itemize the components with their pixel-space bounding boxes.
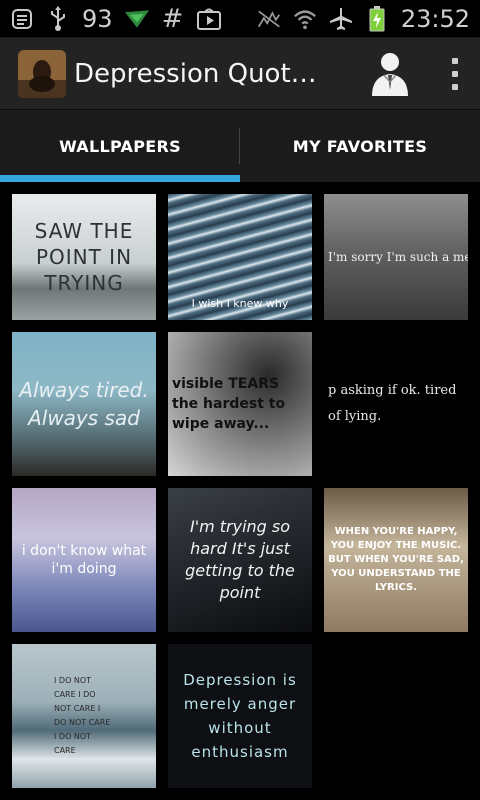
wallpaper-thumbnail[interactable]: I DO NOT CARE I DO NOT CARE I DO NOT CAR… (12, 644, 156, 788)
wallpaper-caption: i don't know what i'm doing (21, 543, 147, 577)
wallpaper-caption: WHEN YOU'RE HAPPY, YOU ENJOY THE MUSIC. … (328, 526, 464, 593)
contact-icon[interactable] (360, 44, 420, 104)
wallpaper-caption: visible TEARS the hardest to wipe away..… (172, 376, 286, 432)
wallpaper-caption: I'm trying so hard It's just getting to … (185, 517, 295, 602)
status-bar-right: 23:52 (257, 5, 470, 33)
battery-badge: 93 (82, 4, 113, 33)
signal-muted-icon (257, 7, 281, 31)
wallpaper-thumbnail[interactable]: p asking if ok. tired of lying. (324, 332, 468, 476)
wallpaper-thumbnail[interactable]: Depression is merely anger without enthu… (168, 644, 312, 788)
action-bar: Depression Quot… (0, 38, 480, 110)
status-bar-left: 93 # (10, 3, 221, 34)
usb-icon (46, 5, 70, 31)
wallpaper-thumbnail[interactable]: I'm sorry I'm such a mess (324, 194, 468, 320)
wallpaper-thumbnail[interactable]: WHEN YOU'RE HAPPY, YOU ENJOY THE MUSIC. … (324, 488, 468, 632)
wallpaper-thumbnail[interactable]: Always tired. Always sad (12, 332, 156, 476)
tab-wallpapers[interactable]: WALLPAPERS (0, 110, 240, 182)
status-bar: 93 # 23:52 (0, 0, 480, 38)
clock: 23:52 (400, 4, 470, 33)
notification-icon (10, 7, 34, 31)
wallpaper-caption: I wish I knew why (191, 297, 289, 310)
play-store-icon (196, 7, 221, 31)
wallpaper-thumbnail[interactable]: visible TEARS the hardest to wipe away..… (168, 332, 312, 476)
airplane-icon (329, 7, 353, 31)
wallpaper-grid: SAW THE POINT IN TRYING I wish I knew wh… (0, 182, 480, 800)
wifi-icon (293, 7, 317, 31)
app-logo-icon[interactable] (18, 49, 66, 98)
battery-charging-icon (365, 5, 389, 31)
hash-icon: # (161, 3, 184, 34)
wallpaper-caption: I'm sorry I'm such a mess (328, 250, 468, 264)
wallpaper-thumbnail[interactable]: I wish I knew why (168, 194, 312, 320)
tab-my-favorites[interactable]: MY FAVORITES (240, 110, 480, 182)
overflow-menu-icon[interactable] (440, 44, 470, 104)
wallpaper-caption: p asking if ok. tired of lying. (328, 383, 457, 424)
wallpaper-thumbnail[interactable]: I'm trying so hard It's just getting to … (168, 488, 312, 632)
wallpaper-caption: Always tired. Always sad (19, 378, 149, 430)
wallpaper-thumbnail[interactable]: SAW THE POINT IN TRYING (12, 194, 156, 320)
app-notification-icon (124, 7, 149, 31)
wallpaper-caption: SAW THE POINT IN TRYING (34, 219, 134, 295)
wallpaper-caption: Depression is merely anger without enthu… (183, 671, 297, 761)
wallpaper-caption: I DO NOT CARE I DO NOT CARE I DO NOT CAR… (54, 676, 111, 755)
tab-bar: WALLPAPERS MY FAVORITES (0, 110, 480, 182)
app-title: Depression Quot… (74, 58, 317, 89)
wallpaper-thumbnail[interactable]: i don't know what i'm doing (12, 488, 156, 632)
